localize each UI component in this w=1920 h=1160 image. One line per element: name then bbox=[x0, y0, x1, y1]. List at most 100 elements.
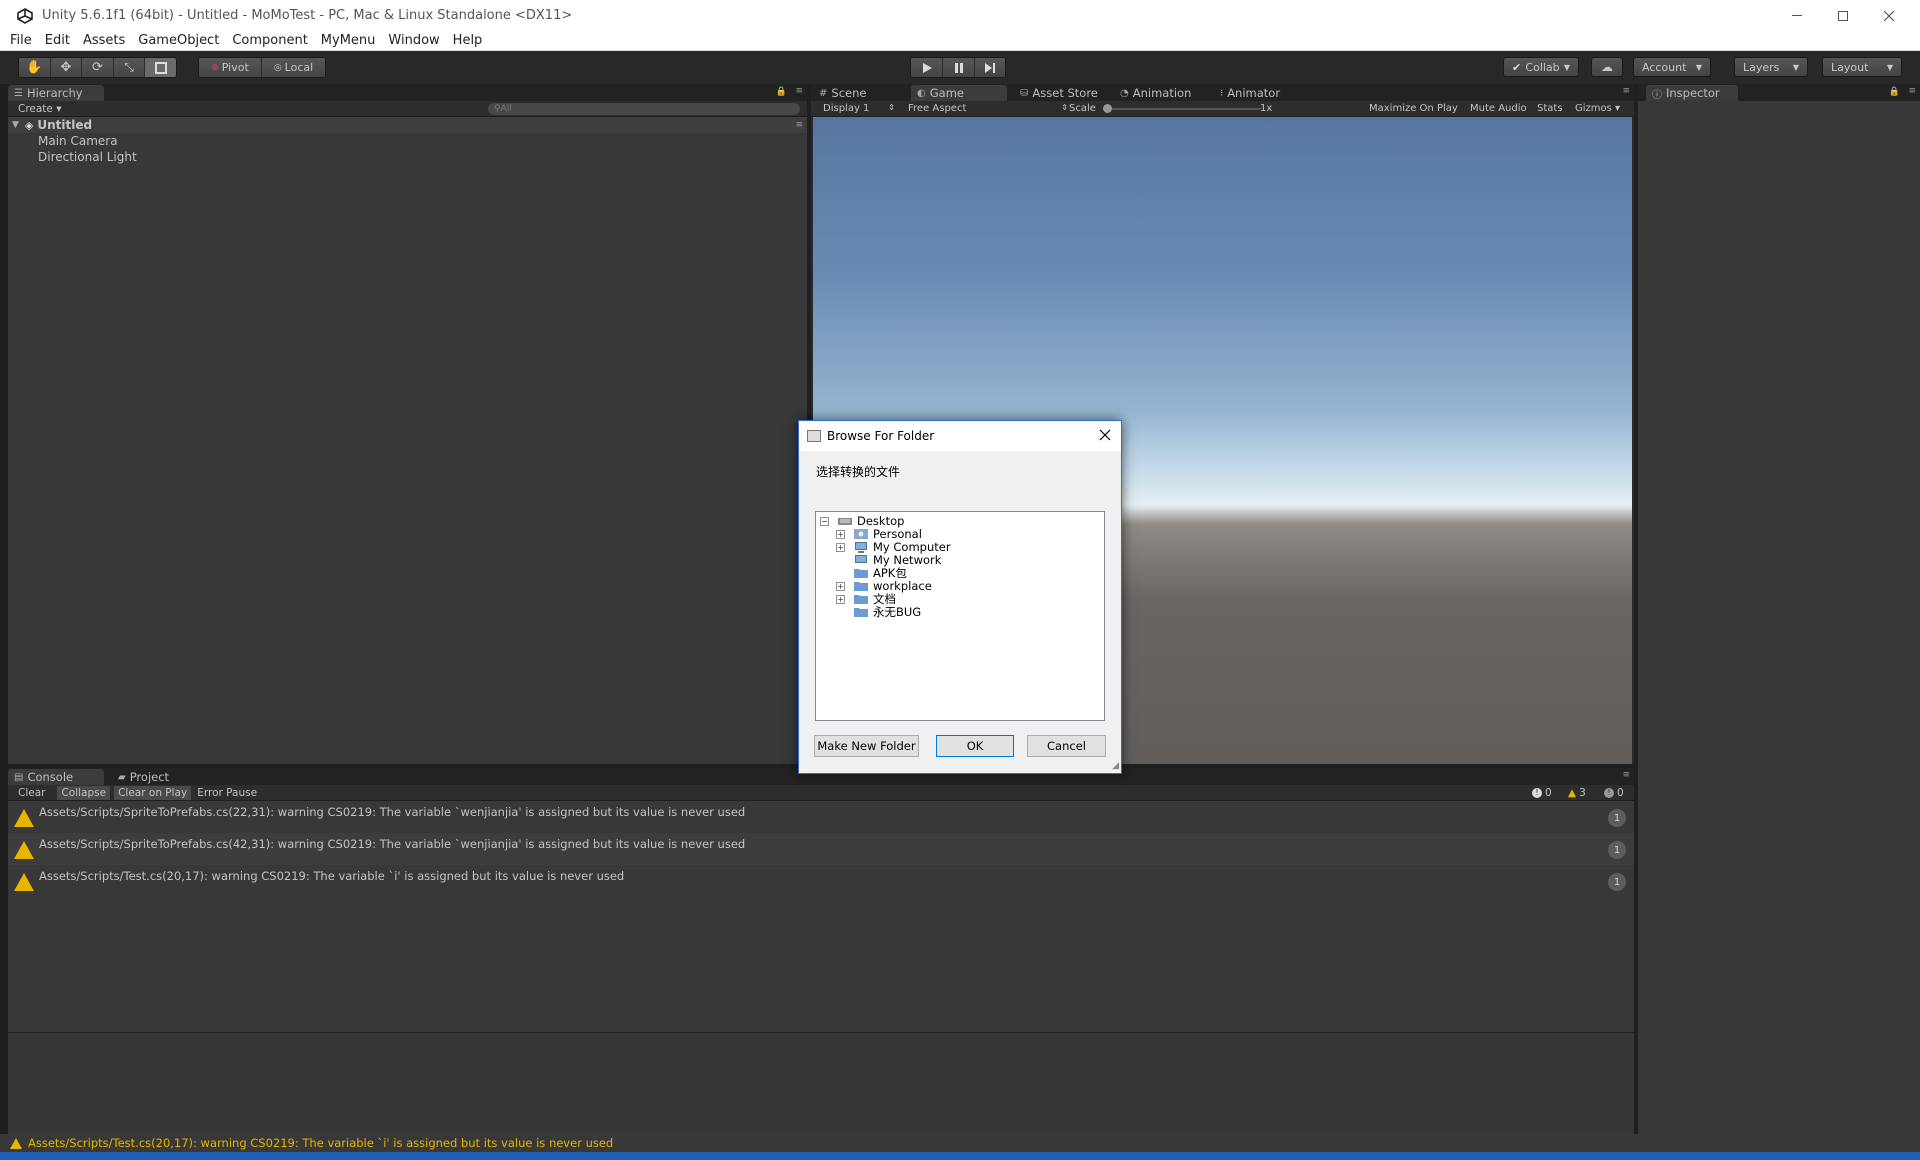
error-count-toggle[interactable]: ! 0 bbox=[1532, 787, 1552, 799]
scale-slider[interactable] bbox=[1103, 104, 1261, 113]
tab-hierarchy[interactable]: ☰ Hierarchy bbox=[8, 85, 104, 101]
tab-inspector[interactable]: ⓘ Inspector bbox=[1646, 85, 1738, 101]
tab-asset-store[interactable]: ⛁ Asset Store bbox=[1014, 85, 1106, 101]
dialog-close-button[interactable] bbox=[1099, 429, 1113, 443]
menu-component[interactable]: Component bbox=[232, 33, 307, 48]
foldout-icon[interactable]: ▼ bbox=[12, 120, 19, 130]
status-bar[interactable]: Assets/Scripts/Test.cs(20,17): warning C… bbox=[0, 1134, 1920, 1152]
close-button[interactable] bbox=[1866, 0, 1912, 31]
maximize-button[interactable] bbox=[1820, 0, 1866, 31]
tab-animator-label: Animator bbox=[1227, 86, 1281, 100]
tab-animation[interactable]: ◔ Animation bbox=[1114, 85, 1210, 101]
hand-tool-button[interactable]: ✋ bbox=[19, 58, 51, 77]
console-row[interactable]: Assets/Scripts/Test.cs(20,17): warning C… bbox=[8, 865, 1634, 897]
resize-grip-icon[interactable]: ◢ bbox=[1112, 761, 1119, 771]
message-count-toggle[interactable]: ! 0 bbox=[1604, 787, 1624, 799]
menu-gameobject[interactable]: GameObject bbox=[138, 33, 219, 48]
step-button[interactable] bbox=[975, 58, 1005, 77]
rotate-tool-button[interactable]: ⟳ bbox=[82, 58, 114, 77]
panel-menu-icon[interactable]: ≡ bbox=[795, 86, 803, 96]
console-detail-area[interactable] bbox=[8, 1032, 1634, 1134]
hierarchy-toolbar: Create ▾ ⚲All bbox=[8, 101, 807, 117]
cloud-button[interactable]: ☁ bbox=[1591, 57, 1623, 77]
hierarchy-item-main-camera[interactable]: Main Camera bbox=[8, 133, 807, 149]
cancel-button[interactable]: Cancel bbox=[1027, 735, 1106, 757]
warning-icon bbox=[14, 873, 34, 891]
local-label: Local bbox=[284, 61, 314, 74]
tab-scene[interactable]: # Scene bbox=[813, 85, 899, 101]
clear-on-play-toggle[interactable]: Clear on Play bbox=[114, 785, 192, 800]
folder-tree[interactable]: − Desktop + Personal + My Computer My Ne… bbox=[815, 511, 1105, 721]
tab-scene-label: Scene bbox=[831, 86, 867, 100]
scene-row[interactable]: ▼ ◈ Untitled ≡ bbox=[8, 117, 807, 133]
search-input[interactable]: ⚲All bbox=[488, 103, 800, 115]
tab-game[interactable]: ◐ Game bbox=[911, 85, 1007, 101]
maximize-on-play-toggle[interactable]: Maximize On Play bbox=[1369, 103, 1458, 114]
panel-menu-icon[interactable]: ≡ bbox=[1622, 770, 1630, 780]
tab-project[interactable]: ▰ Project bbox=[112, 769, 202, 785]
console-row[interactable]: Assets/Scripts/SpriteToPrefabs.cs(22,31)… bbox=[8, 801, 1634, 833]
menu-file[interactable]: File bbox=[10, 33, 32, 48]
inspector-tabbar: ⓘ Inspector 🔒 ≡ bbox=[1638, 84, 1920, 101]
menu-mymenu[interactable]: MyMenu bbox=[321, 33, 376, 48]
account-dropdown[interactable]: Account ▼ bbox=[1633, 57, 1711, 77]
collapse-toggle[interactable]: Collapse bbox=[57, 785, 111, 800]
local-button[interactable]: ◎ Local bbox=[262, 58, 325, 77]
play-icon bbox=[922, 62, 932, 73]
scene-menu-icon[interactable]: ≡ bbox=[795, 120, 803, 130]
expand-icon[interactable]: + bbox=[836, 581, 845, 591]
pivot-button[interactable]: ⊕ Pivot bbox=[199, 58, 263, 77]
stats-toggle[interactable]: Stats bbox=[1537, 103, 1563, 114]
hierarchy-item-directional-light[interactable]: Directional Light bbox=[8, 149, 807, 165]
layout-dropdown[interactable]: Layout ▼ bbox=[1822, 57, 1902, 77]
expand-icon[interactable]: + bbox=[836, 594, 845, 604]
tab-game-label: Game bbox=[929, 86, 964, 100]
panel-menu-icon[interactable]: ≡ bbox=[1622, 86, 1630, 96]
collab-dropdown[interactable]: ✔ Collab ▼ bbox=[1503, 57, 1579, 77]
tab-console[interactable]: ▤ Console bbox=[8, 769, 104, 785]
warning-count-toggle[interactable]: ▲ 3 bbox=[1568, 787, 1586, 799]
hand-icon: ✋ bbox=[26, 60, 43, 75]
transform-tools: ✋ ✥ ⟳ ⤡ bbox=[18, 57, 177, 78]
lock-icon[interactable]: 🔒 bbox=[776, 87, 787, 97]
expand-icon[interactable]: + bbox=[836, 529, 845, 539]
mute-audio-toggle[interactable]: Mute Audio bbox=[1470, 103, 1527, 114]
tree-item-yongwubug[interactable]: 永无BUG bbox=[853, 604, 921, 620]
ok-button[interactable]: OK bbox=[936, 735, 1014, 757]
aspect-dropdown[interactable]: Free Aspect ⇕ bbox=[908, 103, 1068, 114]
cloud-icon: ☁ bbox=[1601, 60, 1613, 74]
display-dropdown[interactable]: Display 1 ⇕ bbox=[823, 103, 895, 114]
clear-button[interactable]: Clear bbox=[18, 787, 45, 799]
create-dropdown[interactable]: Create ▾ bbox=[18, 103, 62, 115]
tab-asset-store-label: Asset Store bbox=[1032, 86, 1098, 100]
lock-icon[interactable]: 🔒 bbox=[1889, 87, 1900, 97]
browse-folder-dialog: Browse For Folder 选择转换的文件 − Desktop + Pe… bbox=[798, 420, 1122, 774]
layers-dropdown[interactable]: Layers ▼ bbox=[1734, 57, 1808, 77]
play-button[interactable] bbox=[911, 58, 943, 77]
menu-edit[interactable]: Edit bbox=[45, 33, 70, 48]
pause-button[interactable] bbox=[943, 58, 975, 77]
gizmos-dropdown[interactable]: Gizmos ▾ bbox=[1575, 103, 1620, 114]
collapse-icon[interactable]: − bbox=[820, 516, 829, 526]
menu-help[interactable]: Help bbox=[453, 33, 483, 48]
tab-animator[interactable]: ⁝ Animator bbox=[1214, 85, 1310, 101]
scale-slider-thumb[interactable] bbox=[1103, 104, 1112, 113]
pivot-toggles: ⊕ Pivot ◎ Local bbox=[198, 57, 326, 78]
warning-icon bbox=[10, 1137, 22, 1149]
chevron-updown-icon: ⇕ bbox=[1061, 103, 1068, 112]
console-row[interactable]: Assets/Scripts/SpriteToPrefabs.cs(42,31)… bbox=[8, 833, 1634, 865]
panel-menu-icon[interactable]: ≡ bbox=[1908, 86, 1916, 96]
scale-tool-button[interactable]: ⤡ bbox=[113, 58, 146, 77]
minimize-icon bbox=[1792, 15, 1802, 16]
expand-icon[interactable]: + bbox=[836, 542, 845, 552]
menu-window[interactable]: Window bbox=[388, 33, 439, 48]
error-pause-toggle[interactable]: Error Pause bbox=[197, 787, 257, 799]
make-new-folder-button[interactable]: Make New Folder bbox=[814, 735, 919, 757]
gizmos-label: Gizmos bbox=[1575, 103, 1612, 114]
menu-bar: File Edit Assets GameObject Component My… bbox=[0, 31, 1920, 51]
move-tool-button[interactable]: ✥ bbox=[50, 58, 83, 77]
menu-assets[interactable]: Assets bbox=[83, 33, 125, 48]
minimize-button[interactable] bbox=[1774, 0, 1820, 31]
chevron-down-icon: ▼ bbox=[1792, 62, 1799, 72]
rect-tool-button[interactable] bbox=[145, 58, 176, 77]
